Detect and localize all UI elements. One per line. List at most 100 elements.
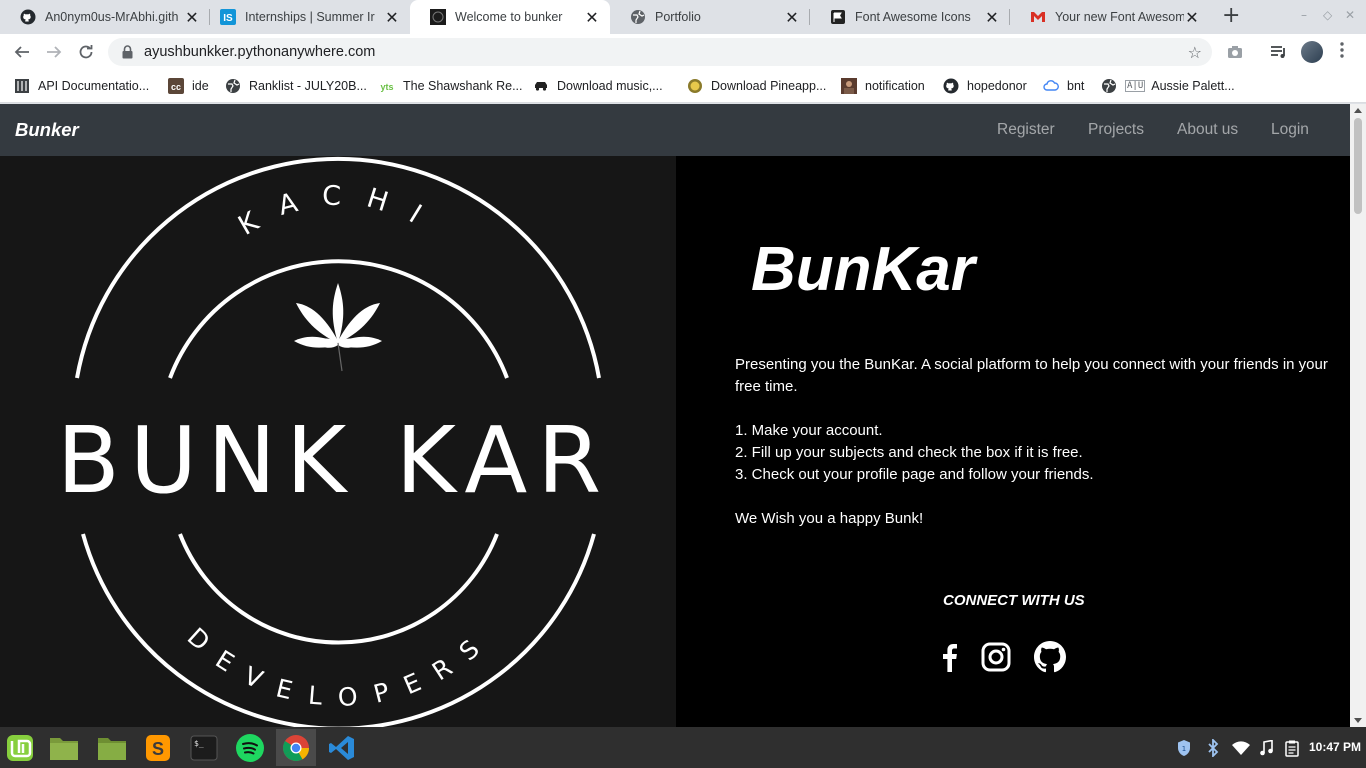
bookmark-hopedonor[interactable]: hopedonor bbox=[943, 76, 1027, 96]
nav-login[interactable]: Login bbox=[1271, 121, 1309, 139]
star-icon[interactable]: ☆ bbox=[1188, 43, 1202, 62]
sublime-icon[interactable]: S bbox=[138, 729, 178, 766]
tab-title: Welcome to bunker bbox=[455, 10, 563, 24]
scroll-down-icon[interactable] bbox=[1354, 718, 1362, 723]
page-scrollbar[interactable] bbox=[1350, 104, 1366, 727]
nav-about-us[interactable]: About us bbox=[1177, 121, 1238, 139]
bluetooth-icon[interactable] bbox=[1204, 739, 1222, 757]
profile-avatar[interactable] bbox=[1301, 41, 1323, 63]
close-icon[interactable]: ✕ bbox=[1184, 8, 1200, 27]
close-icon[interactable]: ✕ bbox=[184, 8, 200, 27]
close-icon[interactable]: ✕ bbox=[584, 8, 600, 27]
music-note-icon[interactable] bbox=[1257, 739, 1275, 757]
globe-icon bbox=[1101, 78, 1117, 94]
reload-icon bbox=[79, 45, 93, 59]
address-bar[interactable]: ayushbunkker.pythonanywhere.com ☆ bbox=[108, 38, 1212, 66]
restore-icon[interactable]: ◇ bbox=[1323, 8, 1332, 22]
close-icon[interactable]: ✕ bbox=[384, 8, 400, 27]
browser-toolbar: ayushbunkker.pythonanywhere.com ☆ bbox=[0, 34, 1366, 70]
new-tab-button[interactable]: + bbox=[1222, 5, 1240, 27]
bookmark-label: hopedonor bbox=[967, 79, 1027, 93]
bookmark-label: Aussie Palett... bbox=[1151, 79, 1235, 93]
tab-gmail[interactable]: Your new Font Awesome ✕ bbox=[1010, 0, 1210, 34]
clock-time[interactable]: 10:47 PM bbox=[1309, 740, 1361, 754]
url-text[interactable]: ayushbunkker.pythonanywhere.com bbox=[144, 44, 375, 60]
menu-icon[interactable] bbox=[1340, 42, 1346, 58]
arrow-right-icon bbox=[47, 46, 62, 58]
svg-text:S: S bbox=[152, 739, 164, 759]
bookmark-label: Download Pineapp... bbox=[711, 79, 827, 93]
bookmark-label: API Documentatio... bbox=[38, 79, 150, 93]
os-taskbar: S $_ 1 10:47 PM bbox=[0, 727, 1366, 768]
bookmark-api-docs[interactable]: API Documentatio... bbox=[14, 76, 149, 96]
close-icon[interactable]: ✕ bbox=[784, 8, 800, 27]
bookmark-download-music[interactable]: Download music,... bbox=[533, 76, 663, 96]
bookmark-bnt[interactable]: bnt bbox=[1043, 76, 1084, 96]
tab-welcome-to-bunker[interactable]: Welcome to bunker ✕ bbox=[410, 0, 610, 34]
closing-text: We Wish you a happy Bunk! bbox=[735, 510, 924, 527]
tab-title: An0nym0us-MrAbhi.gith bbox=[45, 10, 179, 24]
mint-menu-icon[interactable] bbox=[0, 729, 40, 766]
svg-text:1: 1 bbox=[1182, 745, 1186, 753]
arrow-left-icon bbox=[14, 46, 29, 58]
instagram-icon[interactable] bbox=[979, 640, 1013, 674]
logo-arc-bottom-text: DEVELOPERS bbox=[182, 622, 499, 712]
logo-main-text: BUNK KAR bbox=[57, 407, 611, 514]
intro-text: Presenting you the BunKar. A social plat… bbox=[735, 354, 1345, 530]
bookmark-ide[interactable]: cc ide bbox=[168, 76, 209, 96]
flag-icon bbox=[830, 9, 846, 25]
minimize-icon[interactable]: – bbox=[1301, 8, 1307, 22]
globe-icon bbox=[225, 78, 241, 94]
bookmark-notification[interactable]: notification bbox=[841, 76, 925, 96]
avatar-icon bbox=[841, 78, 857, 94]
wifi-icon[interactable] bbox=[1232, 739, 1250, 757]
github-icon bbox=[943, 78, 959, 94]
bookmark-shawshank[interactable]: yts The Shawshank Re... bbox=[379, 76, 523, 96]
tab-github[interactable]: An0nym0us-MrAbhi.gith ✕ bbox=[0, 0, 210, 34]
terminal-icon[interactable]: $_ bbox=[184, 729, 224, 766]
tab-strip: An0nym0us-MrAbhi.gith ✕ IS Internships |… bbox=[0, 0, 1366, 34]
folder-icon[interactable] bbox=[44, 729, 84, 766]
brand-link[interactable]: Bunker bbox=[15, 119, 79, 141]
chrome-icon[interactable] bbox=[276, 729, 316, 766]
car-icon bbox=[533, 78, 549, 94]
nav-projects[interactable]: Projects bbox=[1088, 121, 1144, 139]
close-icon[interactable]: ✕ bbox=[984, 8, 1000, 27]
tab-internships[interactable]: IS Internships | Summer Ir ✕ bbox=[200, 0, 410, 34]
forward-button[interactable] bbox=[43, 41, 65, 63]
nav-register[interactable]: Register bbox=[997, 121, 1055, 139]
reload-button[interactable] bbox=[75, 41, 97, 63]
facebook-icon[interactable] bbox=[932, 640, 966, 674]
step-1: 1. Make your account. bbox=[735, 422, 883, 439]
spotify-icon[interactable] bbox=[230, 729, 270, 766]
camera-icon[interactable] bbox=[1225, 42, 1245, 62]
bookmark-label: notification bbox=[865, 79, 925, 93]
tab-font-awesome-icons[interactable]: Font Awesome Icons ✕ bbox=[810, 0, 1010, 34]
bookmark-label: ide bbox=[192, 79, 209, 93]
close-window-icon[interactable]: ✕ bbox=[1345, 8, 1355, 22]
back-button[interactable] bbox=[11, 41, 33, 63]
yts-icon: yts bbox=[379, 78, 395, 94]
github-icon[interactable] bbox=[1033, 640, 1067, 674]
bunker-icon bbox=[430, 9, 446, 25]
svg-text:cc: cc bbox=[171, 82, 181, 92]
bookmark-ranklist[interactable]: Ranklist - JULY20B... bbox=[225, 76, 367, 96]
intro-paragraph: Presenting you the BunKar. A social plat… bbox=[735, 356, 1328, 395]
scroll-up-icon[interactable] bbox=[1354, 108, 1362, 113]
gmail-icon bbox=[1030, 9, 1046, 25]
media-queue-icon[interactable] bbox=[1269, 42, 1289, 62]
tab-title: Internships | Summer Ir bbox=[245, 10, 375, 24]
globe-icon bbox=[630, 9, 646, 25]
vscode-icon[interactable] bbox=[322, 729, 362, 766]
bookmark-label: The Shawshank Re... bbox=[403, 79, 523, 93]
clipboard-icon[interactable] bbox=[1283, 739, 1301, 757]
bookmark-aussie-palette[interactable]: A|U Aussie Palett... bbox=[1101, 76, 1235, 96]
lock-icon[interactable] bbox=[120, 45, 134, 59]
files-icon[interactable] bbox=[92, 729, 132, 766]
bookmark-pineapple[interactable]: Download Pineapp... bbox=[687, 76, 826, 96]
shield-icon[interactable]: 1 bbox=[1175, 739, 1193, 757]
tab-portfolio[interactable]: Portfolio ✕ bbox=[610, 0, 810, 34]
scrollbar-thumb[interactable] bbox=[1354, 118, 1362, 214]
svg-text:yts: yts bbox=[380, 82, 393, 92]
logo-arc-top-text: KACHI bbox=[233, 181, 447, 243]
